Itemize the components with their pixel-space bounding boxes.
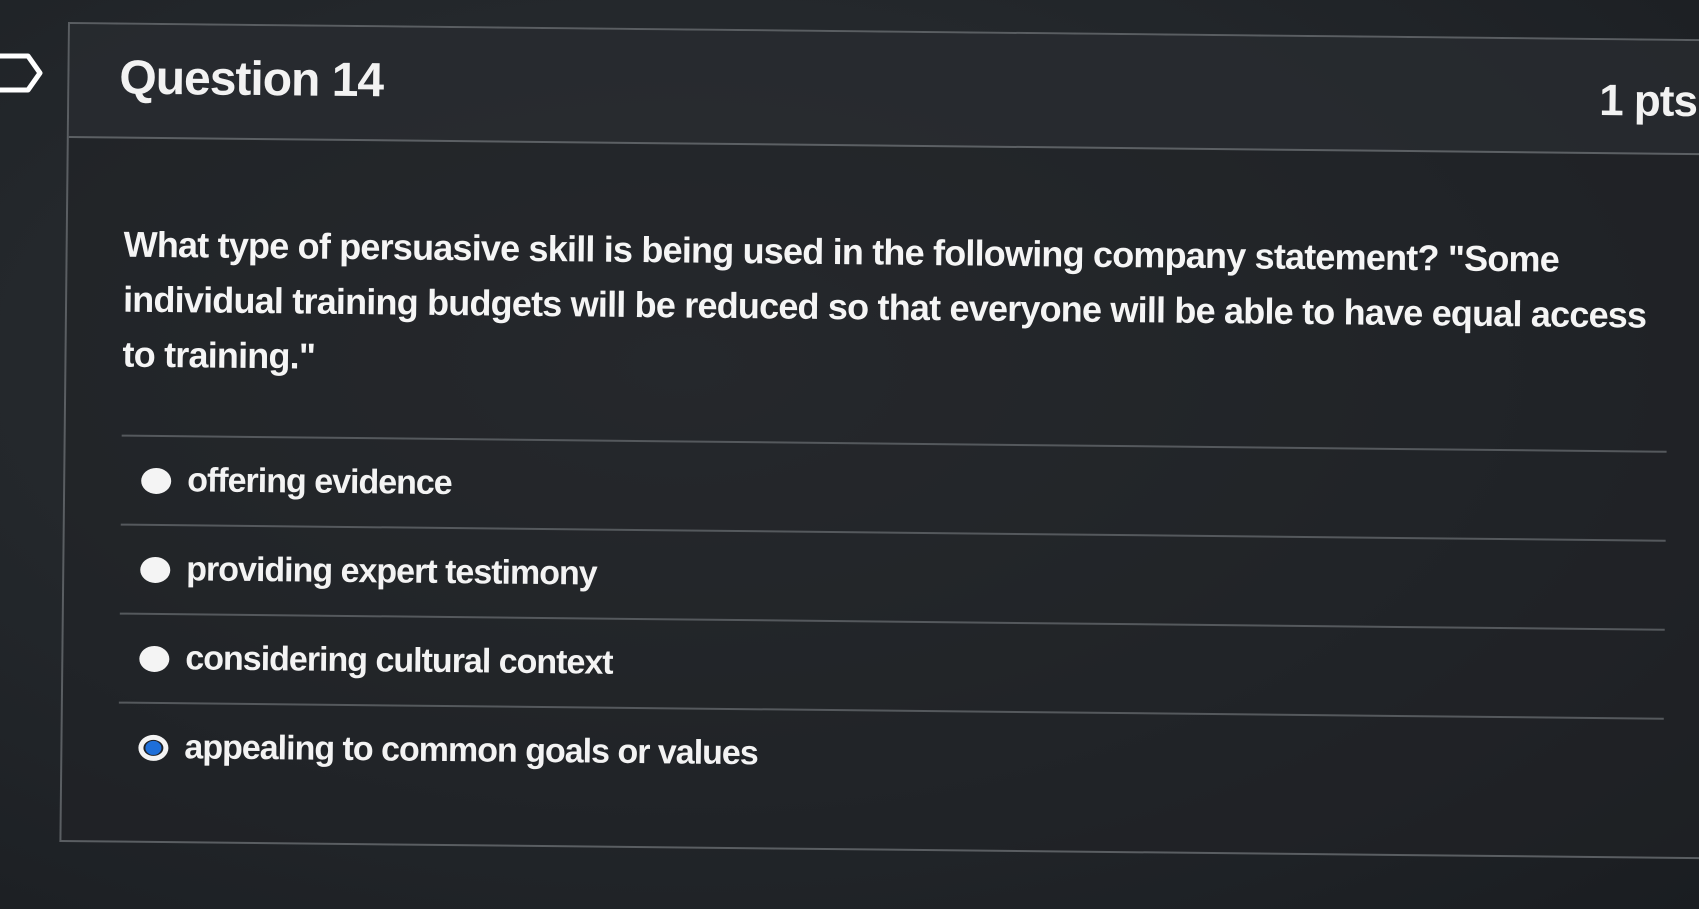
answer-list: offering evidence providing expert testi… — [118, 434, 1667, 807]
answer-label: considering cultural context — [185, 639, 613, 682]
question-points: 1 pts — [1599, 76, 1698, 127]
radio-button-unselected[interactable] — [139, 645, 170, 672]
answer-label: offering evidence — [187, 461, 452, 503]
answer-option-1[interactable]: offering evidence — [121, 437, 1667, 540]
question-title: Question 14 — [119, 51, 384, 108]
answer-option-2[interactable]: providing expert testimony — [120, 526, 1666, 629]
question-card: Question 14 1 pts What type of persuasiv… — [59, 22, 1699, 860]
question-header: Question 14 1 pts — [68, 24, 1699, 156]
screen: Question 14 1 pts What type of persuasiv… — [0, 0, 1699, 909]
radio-button-unselected[interactable] — [140, 556, 171, 583]
question-flag-icon[interactable] — [0, 52, 46, 94]
answer-option-3[interactable]: considering cultural context — [119, 615, 1665, 718]
radio-button-unselected[interactable] — [141, 467, 172, 494]
radio-button-selected[interactable] — [138, 734, 169, 761]
question-text: What type of persuasive skill is being u… — [122, 223, 1647, 377]
answer-label: appealing to common goals or values — [184, 728, 758, 773]
answer-option-4[interactable]: appealing to common goals or values — [118, 704, 1664, 807]
answer-label: providing expert testimony — [186, 550, 597, 593]
